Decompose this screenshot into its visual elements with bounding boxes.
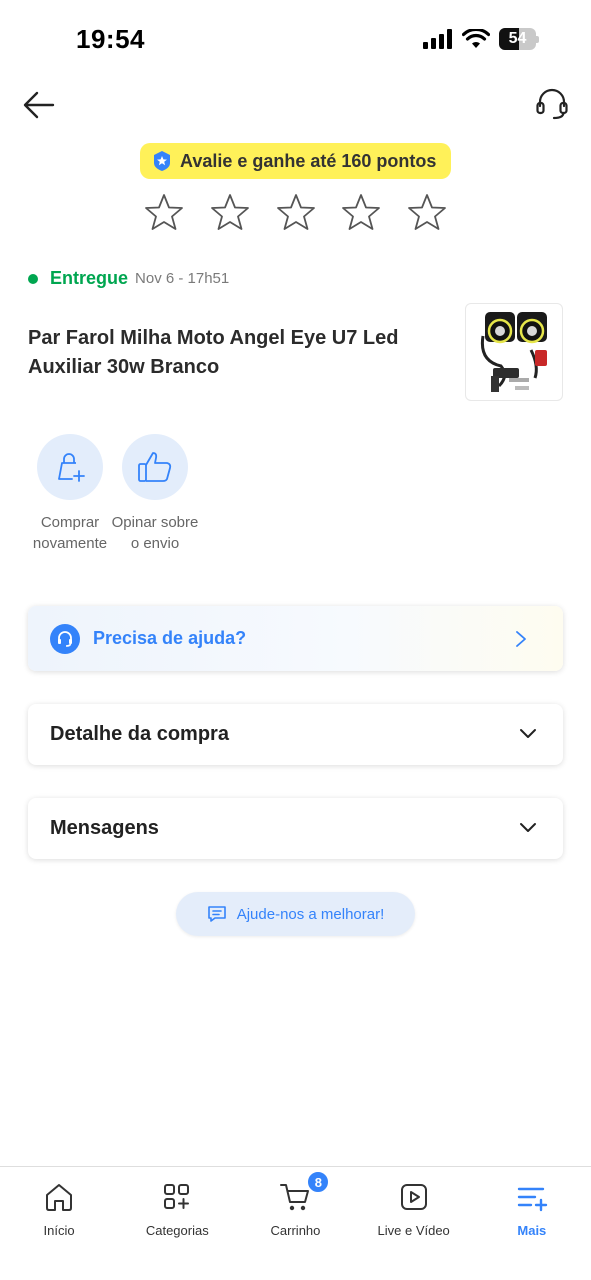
status-dot (28, 273, 38, 284)
menu-plus-icon (517, 1187, 548, 1212)
purchase-detail-title: Detalhe da compra (50, 723, 229, 745)
status-label: Entregue (50, 268, 129, 288)
tab-live-video-label: Live e Vídeo (377, 1223, 450, 1238)
product-photo (480, 312, 547, 392)
tab-inicio[interactable]: Início (0, 1167, 118, 1280)
status-date: Nov 6 - 17h51 (135, 270, 230, 287)
tab-live-video[interactable]: Live e Vídeo (355, 1167, 473, 1280)
rating-stars (140, 191, 451, 233)
star-icon (276, 194, 315, 230)
delivery-status: Entregue Nov 6 - 17h51 (28, 268, 229, 289)
cart-badge: 8 (307, 1171, 330, 1193)
messages-accordion[interactable]: Mensagens (28, 798, 563, 859)
grid-icon (164, 1184, 190, 1209)
star-icon (342, 194, 381, 230)
support-button[interactable] (533, 84, 571, 124)
cart-icon (280, 1184, 310, 1211)
bag-plus-icon (58, 453, 85, 482)
product-image[interactable] (465, 303, 563, 401)
chevron-down-icon (520, 823, 536, 832)
status-bar: 19:54 54 (0, 0, 591, 80)
chat-feedback-icon (207, 906, 226, 922)
chevron-right-icon (516, 631, 526, 647)
status-time: 19:54 (76, 24, 145, 54)
rating-star-5[interactable] (406, 191, 448, 233)
tab-carrinho[interactable]: 8 Carrinho (236, 1167, 354, 1280)
tab-mais[interactable]: Mais (473, 1167, 591, 1280)
tab-carrinho-label: Carrinho (270, 1223, 321, 1238)
shipping-review-button[interactable]: Opinar sobre o envio (105, 434, 205, 554)
support-headset-icon (58, 630, 72, 647)
star-icon (408, 194, 446, 230)
feedback-button[interactable]: Ajude-nos a melhorar! (176, 892, 415, 936)
shipping-review-circle (122, 434, 188, 500)
rating-promo-banner: Avalie e ganhe até 160 pontos (140, 143, 451, 179)
home-icon (46, 1184, 73, 1211)
status-icons: 54 (423, 28, 539, 50)
wifi-icon (462, 29, 490, 48)
product-title[interactable]: Par Farol Milha Moto Angel Eye U7 Led Au… (28, 324, 448, 382)
buy-again-label: Comprar novamente (32, 514, 108, 552)
tab-inicio-label: Início (43, 1223, 75, 1238)
rating-star-1[interactable] (143, 191, 185, 233)
tab-categorias-label: Categorias (145, 1223, 209, 1238)
rating-star-4[interactable] (340, 191, 382, 233)
buy-again-circle (37, 434, 103, 500)
shipping-review-label: Opinar sobre o envio (111, 514, 199, 552)
help-label: Precisa de ajuda? (93, 628, 247, 648)
points-star-icon (154, 151, 170, 171)
star-icon (145, 194, 183, 230)
signal-icon (423, 29, 452, 49)
star-icon (210, 194, 249, 230)
battery-level: 54 (508, 30, 527, 47)
battery-indicator: 54 (499, 28, 539, 50)
bottom-tab-bar: Início Categorias 8 Carrinho Live e Víde… (0, 1166, 591, 1280)
chevron-down-icon (520, 729, 536, 738)
help-card[interactable]: Precisa de ajuda? (28, 606, 563, 671)
headset-icon (536, 88, 568, 120)
thumbs-up-icon (138, 452, 172, 482)
help-circle (50, 623, 80, 654)
arrow-left-icon (23, 91, 55, 119)
rating-star-3[interactable] (275, 191, 317, 233)
messages-title: Mensagens (50, 817, 159, 839)
feedback-label: Ajude-nos a melhorar! (236, 905, 385, 923)
purchase-detail-accordion[interactable]: Detalhe da compra (28, 704, 563, 765)
tab-categorias[interactable]: Categorias (118, 1167, 236, 1280)
play-icon (400, 1184, 427, 1210)
tab-mais-label: Mais (517, 1223, 547, 1238)
back-button[interactable] (20, 86, 58, 124)
promo-text: Avalie e ganhe até 160 pontos (180, 150, 437, 171)
rating-star-2[interactable] (209, 191, 251, 233)
